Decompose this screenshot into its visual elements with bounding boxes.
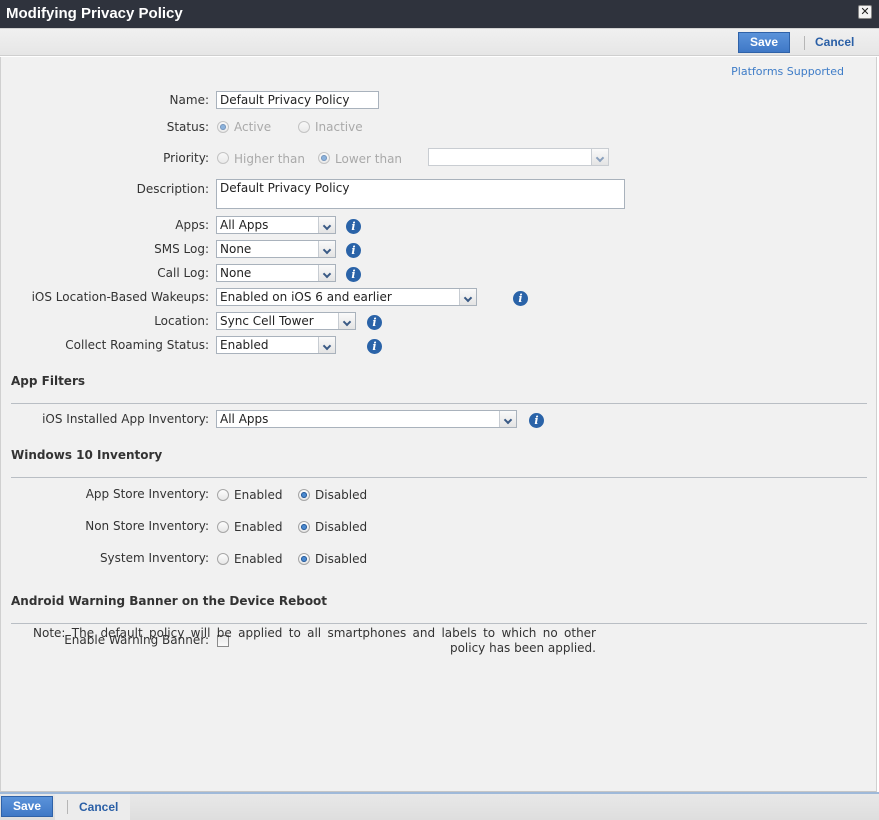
location-label: Location: xyxy=(154,314,209,328)
save-button-bottom[interactable]: Save xyxy=(1,796,53,817)
info-icon[interactable]: i xyxy=(529,413,544,428)
section-divider xyxy=(11,623,867,624)
ios-installed-label: iOS Installed App Inventory: xyxy=(42,412,209,426)
apps-value: All Apps xyxy=(220,218,269,232)
priority-higher-radio[interactable] xyxy=(217,152,229,164)
non-store-enabled-label: Enabled xyxy=(234,520,283,534)
system-disabled-label: Disabled xyxy=(315,552,368,566)
name-label: Name: xyxy=(169,93,209,107)
name-input[interactable] xyxy=(216,91,379,109)
save-button-top[interactable]: Save xyxy=(738,32,790,53)
location-select[interactable]: Sync Cell Tower xyxy=(216,312,356,330)
chevron-down-icon xyxy=(318,337,335,353)
toolbar-separator xyxy=(67,800,68,814)
chevron-down-icon xyxy=(338,313,355,329)
info-icon[interactable]: i xyxy=(346,243,361,258)
roaming-value: Enabled xyxy=(220,338,269,352)
apps-label: Apps: xyxy=(175,218,209,232)
chevron-down-icon xyxy=(591,149,608,165)
chevron-down-icon xyxy=(459,289,476,305)
dialog-title: Modifying Privacy Policy xyxy=(6,5,183,22)
non-store-disabled-radio[interactable] xyxy=(298,521,310,533)
system-disabled-radio[interactable] xyxy=(298,553,310,565)
form-content: Platforms Supported Name: Status: Active… xyxy=(0,57,877,792)
status-inactive-label: Inactive xyxy=(315,120,363,134)
system-enabled-radio[interactable] xyxy=(217,553,229,565)
app-store-enabled-label: Enabled xyxy=(234,488,283,502)
default-policy-note: Note: The default policy will be applied… xyxy=(33,626,596,655)
roaming-select[interactable]: Enabled xyxy=(216,336,336,354)
info-icon[interactable]: i xyxy=(367,315,382,330)
ios-installed-value: All Apps xyxy=(220,412,269,426)
status-active-radio[interactable] xyxy=(217,121,229,133)
non-store-enabled-radio[interactable] xyxy=(217,521,229,533)
info-icon[interactable]: i xyxy=(346,219,361,234)
priority-lower-label: Lower than xyxy=(335,152,403,166)
app-filters-heading: App Filters xyxy=(11,374,86,388)
sms-log-value: None xyxy=(220,242,252,256)
ios-installed-select[interactable]: All Apps xyxy=(216,410,517,428)
close-icon[interactable]: ✕ xyxy=(858,5,872,19)
chevron-down-icon xyxy=(318,217,335,233)
non-store-disabled-label: Disabled xyxy=(315,520,368,534)
chevron-down-icon xyxy=(499,411,516,427)
call-log-label: Call Log: xyxy=(157,266,209,280)
priority-lower-radio[interactable] xyxy=(318,152,330,164)
cancel-button-bottom[interactable]: Cancel xyxy=(79,800,118,814)
description-textarea[interactable]: Default Privacy Policy xyxy=(216,179,625,209)
priority-policy-select[interactable] xyxy=(428,148,609,166)
apps-select[interactable]: All Apps xyxy=(216,216,336,234)
ios-wakeups-value: Enabled on iOS 6 and earlier xyxy=(220,290,392,304)
win10-inventory-heading: Windows 10 Inventory xyxy=(11,448,163,462)
status-inactive-radio[interactable] xyxy=(298,121,310,133)
info-icon[interactable]: i xyxy=(346,267,361,282)
app-store-disabled-label: Disabled xyxy=(315,488,368,502)
section-divider xyxy=(11,403,867,404)
priority-higher-label: Higher than xyxy=(234,152,305,166)
call-log-value: None xyxy=(220,266,252,280)
section-divider xyxy=(11,477,867,478)
description-label: Description: xyxy=(136,182,209,196)
toolbar-separator xyxy=(804,36,805,50)
non-store-inventory-label: Non Store Inventory: xyxy=(85,519,209,533)
top-toolbar: Save Cancel xyxy=(0,28,879,56)
ios-wakeups-label: iOS Location-Based Wakeups: xyxy=(31,290,209,304)
platforms-supported-link[interactable]: Platforms Supported xyxy=(731,65,844,78)
app-store-enabled-radio[interactable] xyxy=(217,489,229,501)
location-value: Sync Cell Tower xyxy=(220,314,314,328)
info-icon[interactable]: i xyxy=(513,291,528,306)
status-label: Status: xyxy=(166,120,209,134)
dialog-titlebar: Modifying Privacy Policy ✕ xyxy=(0,0,879,28)
priority-label: Priority: xyxy=(163,151,209,165)
sms-log-label: SMS Log: xyxy=(154,242,209,256)
chevron-down-icon xyxy=(318,241,335,257)
cancel-button-top[interactable]: Cancel xyxy=(815,35,854,49)
app-store-inventory-label: App Store Inventory: xyxy=(85,487,209,501)
roaming-label: Collect Roaming Status: xyxy=(65,338,209,352)
ios-wakeups-select[interactable]: Enabled on iOS 6 and earlier xyxy=(216,288,477,306)
system-inventory-label: System Inventory: xyxy=(99,551,209,565)
system-enabled-label: Enabled xyxy=(234,552,283,566)
call-log-select[interactable]: None xyxy=(216,264,336,282)
sms-log-select[interactable]: None xyxy=(216,240,336,258)
chevron-down-icon xyxy=(318,265,335,281)
info-icon[interactable]: i xyxy=(367,339,382,354)
status-active-label: Active xyxy=(234,120,272,134)
android-banner-heading: Android Warning Banner on the Device Reb… xyxy=(11,594,328,608)
app-store-disabled-radio[interactable] xyxy=(298,489,310,501)
bottom-toolbar: Save Cancel xyxy=(0,792,879,820)
